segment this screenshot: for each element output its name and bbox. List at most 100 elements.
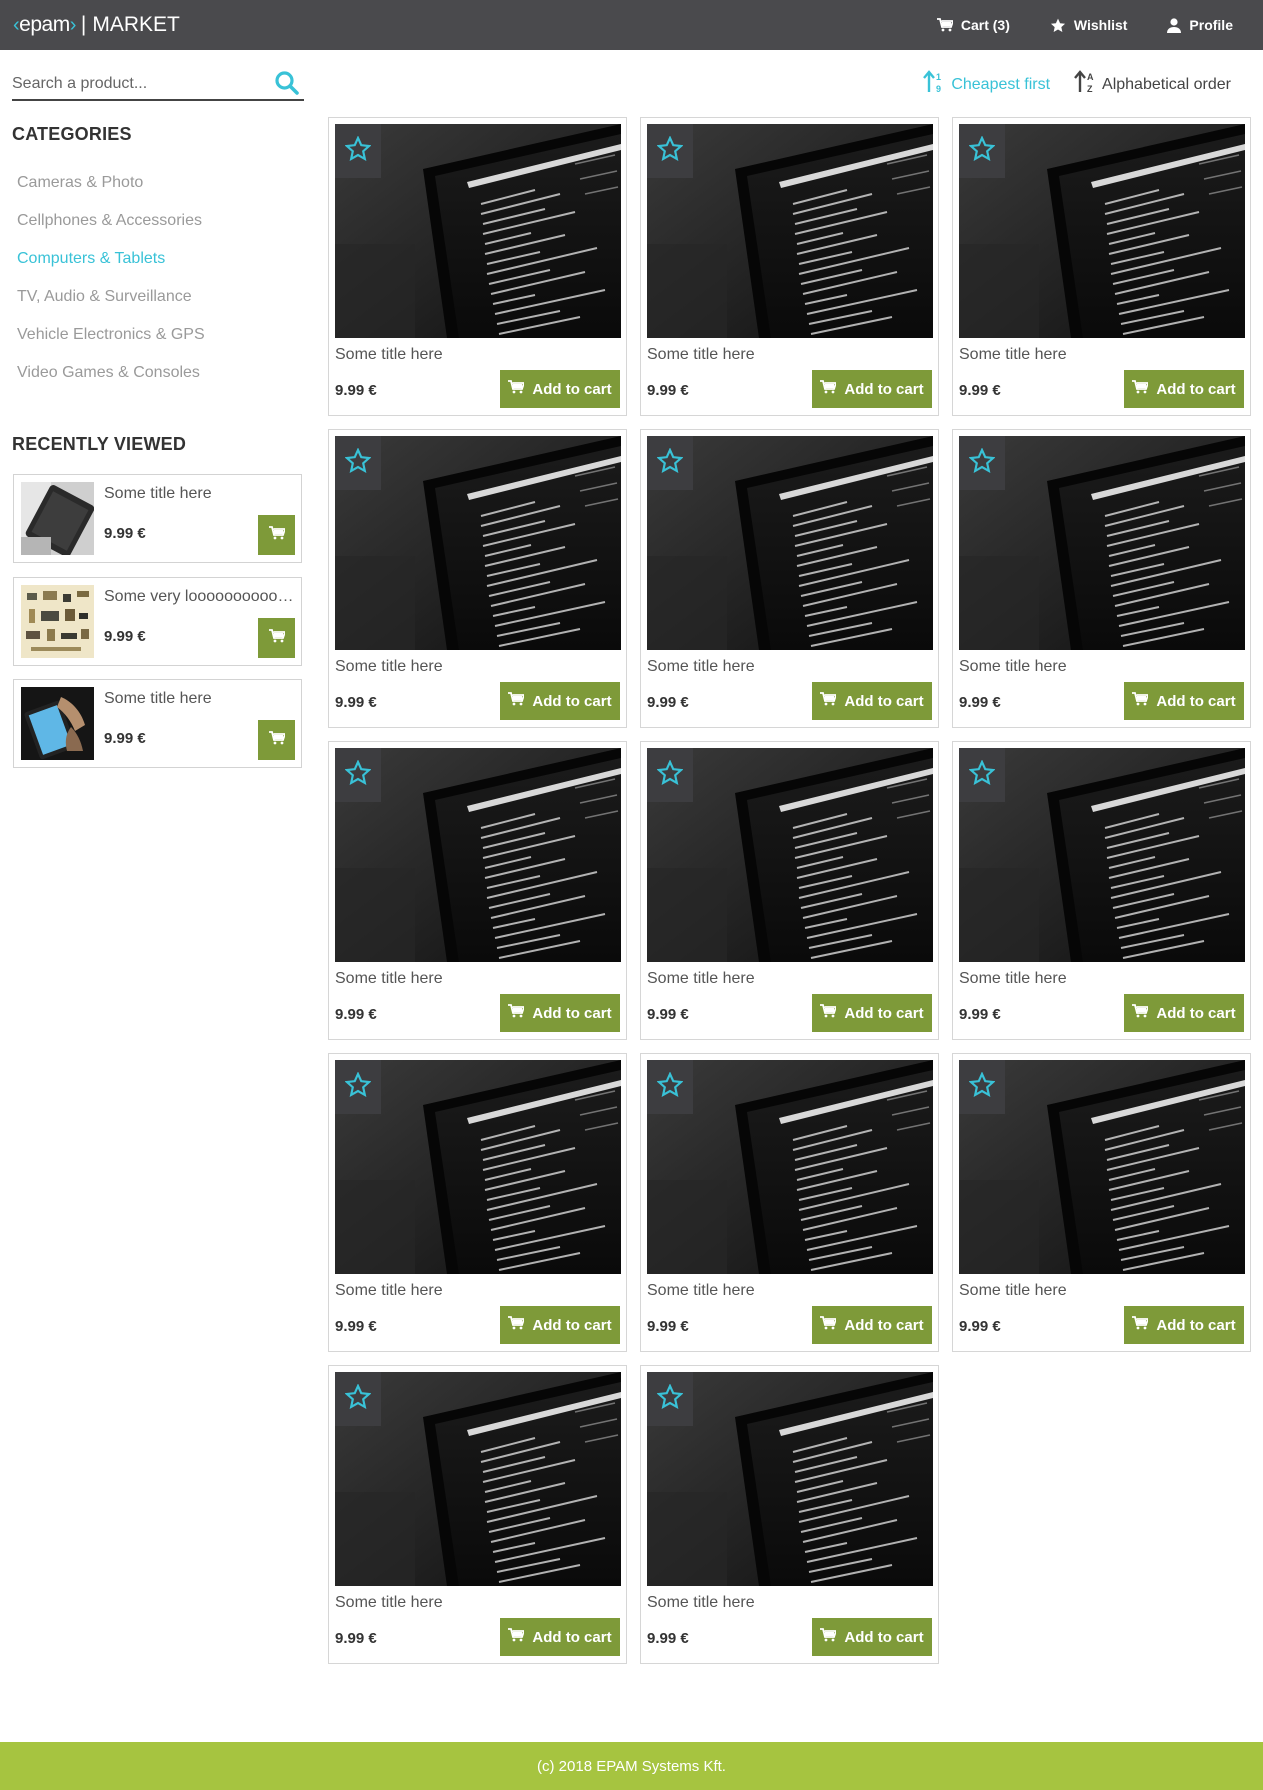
category-item[interactable]: Cellphones & Accessories — [17, 209, 205, 247]
wishlist-toggle[interactable] — [335, 748, 381, 802]
category-item[interactable]: Video Games & Consoles — [17, 361, 205, 399]
product-title[interactable]: Some title here — [959, 970, 1067, 988]
product-image[interactable] — [647, 436, 933, 650]
cart-icon — [508, 692, 526, 710]
product-card[interactable]: Some title here 9.99 € Add to cart — [640, 117, 939, 416]
product-card[interactable]: Some title here 9.99 € Add to cart — [328, 1365, 627, 1664]
cart-link[interactable]: Cart (3) — [936, 17, 1010, 33]
category-item-active[interactable]: Computers & Tablets — [17, 247, 205, 285]
add-to-cart-button[interactable]: Add to cart — [812, 1618, 932, 1656]
product-card[interactable]: Some title here 9.99 € Add to cart — [328, 117, 627, 416]
product-card[interactable]: Some title here 9.99 € Add to cart — [952, 741, 1251, 1040]
star-outline-icon — [344, 447, 372, 478]
sort-alphabetical[interactable]: AZ Alphabetical order — [1074, 70, 1231, 99]
product-title[interactable]: Some title here — [959, 346, 1067, 364]
wishlist-toggle[interactable] — [335, 1372, 381, 1426]
product-price: 9.99 € — [335, 694, 377, 711]
product-image[interactable] — [647, 748, 933, 962]
category-item[interactable]: Vehicle Electronics & GPS — [17, 323, 205, 361]
product-image[interactable] — [647, 1372, 933, 1586]
product-title[interactable]: Some title here — [959, 658, 1067, 676]
wishlist-toggle[interactable] — [335, 124, 381, 178]
wishlist-link[interactable]: Wishlist — [1050, 17, 1127, 33]
product-title[interactable]: Some title here — [335, 1594, 443, 1612]
product-title[interactable]: Some title here — [959, 1282, 1067, 1300]
product-image[interactable] — [959, 1060, 1245, 1274]
product-price: 9.99 € — [959, 1318, 1001, 1335]
product-title[interactable]: Some title here — [335, 1282, 443, 1300]
wishlist-toggle[interactable] — [959, 1060, 1005, 1114]
search-icon[interactable] — [274, 70, 300, 101]
product-title[interactable]: Some title here — [335, 658, 443, 676]
product-card[interactable]: Some title here 9.99 € Add to cart — [640, 741, 939, 1040]
product-image[interactable] — [335, 1372, 621, 1586]
recent-add-to-cart-button[interactable] — [258, 720, 295, 760]
sort-cheapest-first[interactable]: 19 Cheapest first — [923, 70, 1050, 99]
add-to-cart-button[interactable]: Add to cart — [812, 682, 932, 720]
brand[interactable]: ‹ epam › | MARKET — [13, 12, 180, 38]
wishlist-toggle[interactable] — [959, 124, 1005, 178]
product-price: 9.99 € — [335, 1318, 377, 1335]
wishlist-toggle[interactable] — [335, 436, 381, 490]
wishlist-toggle[interactable] — [959, 436, 1005, 490]
cart-icon — [1132, 1316, 1150, 1334]
product-title[interactable]: Some title here — [335, 970, 443, 988]
footer-copyright: (c) 2018 EPAM Systems Kft. — [537, 1757, 726, 1775]
wishlist-toggle[interactable] — [647, 124, 693, 178]
product-card[interactable]: Some title here 9.99 € Add to cart — [952, 1053, 1251, 1352]
wishlist-toggle[interactable] — [647, 748, 693, 802]
product-image[interactable] — [647, 124, 933, 338]
add-to-cart-button[interactable]: Add to cart — [1124, 1306, 1244, 1344]
category-item[interactable]: Cameras & Photo — [17, 171, 205, 209]
add-to-cart-button[interactable]: Add to cart — [500, 1618, 620, 1656]
recent-add-to-cart-button[interactable] — [258, 515, 295, 555]
recent-item[interactable]: Some title here 9.99 € — [13, 474, 302, 563]
wishlist-toggle[interactable] — [647, 436, 693, 490]
add-to-cart-button[interactable]: Add to cart — [1124, 994, 1244, 1032]
product-title[interactable]: Some title here — [647, 658, 755, 676]
add-to-cart-label: Add to cart — [532, 1628, 612, 1646]
add-to-cart-button[interactable]: Add to cart — [500, 370, 620, 408]
add-to-cart-button[interactable]: Add to cart — [812, 370, 932, 408]
wishlist-toggle[interactable] — [335, 1060, 381, 1114]
wishlist-toggle[interactable] — [959, 748, 1005, 802]
product-card[interactable]: Some title here 9.99 € Add to cart — [328, 429, 627, 728]
wishlist-toggle[interactable] — [647, 1060, 693, 1114]
add-to-cart-button[interactable]: Add to cart — [1124, 370, 1244, 408]
product-image[interactable] — [335, 124, 621, 338]
product-title[interactable]: Some title here — [647, 1594, 755, 1612]
category-item[interactable]: TV, Audio & Surveillance — [17, 285, 205, 323]
add-to-cart-button[interactable]: Add to cart — [500, 994, 620, 1032]
product-image[interactable] — [959, 748, 1245, 962]
add-to-cart-button[interactable]: Add to cart — [812, 994, 932, 1032]
add-to-cart-button[interactable]: Add to cart — [1124, 682, 1244, 720]
product-card[interactable]: Some title here 9.99 € Add to cart — [328, 1053, 627, 1352]
product-title[interactable]: Some title here — [647, 346, 755, 364]
product-card[interactable]: Some title here 9.99 € Add to cart — [328, 741, 627, 1040]
product-image[interactable] — [335, 748, 621, 962]
product-image[interactable] — [959, 124, 1245, 338]
recent-add-to-cart-button[interactable] — [258, 618, 295, 658]
product-card[interactable]: Some title here 9.99 € Add to cart — [640, 1365, 939, 1664]
product-title[interactable]: Some title here — [647, 1282, 755, 1300]
add-to-cart-button[interactable]: Add to cart — [500, 682, 620, 720]
recent-item[interactable]: Some very loooooooooooooong title here 9… — [13, 577, 302, 666]
product-image[interactable] — [335, 436, 621, 650]
svg-text:9: 9 — [936, 84, 941, 94]
product-title[interactable]: Some title here — [647, 970, 755, 988]
add-to-cart-button[interactable]: Add to cart — [812, 1306, 932, 1344]
recent-item[interactable]: Some title here 9.99 € — [13, 679, 302, 768]
wishlist-toggle[interactable] — [647, 1372, 693, 1426]
product-title[interactable]: Some title here — [335, 346, 443, 364]
product-card[interactable]: Some title here 9.99 € Add to cart — [952, 117, 1251, 416]
product-card[interactable]: Some title here 9.99 € Add to cart — [640, 429, 939, 728]
cart-icon — [820, 380, 838, 398]
profile-link[interactable]: Profile — [1167, 17, 1233, 33]
product-image[interactable] — [959, 436, 1245, 650]
product-card[interactable]: Some title here 9.99 € Add to cart — [952, 429, 1251, 728]
product-card[interactable]: Some title here 9.99 € Add to cart — [640, 1053, 939, 1352]
add-to-cart-button[interactable]: Add to cart — [500, 1306, 620, 1344]
product-image[interactable] — [647, 1060, 933, 1274]
product-image[interactable] — [335, 1060, 621, 1274]
search-input[interactable] — [12, 73, 262, 95]
